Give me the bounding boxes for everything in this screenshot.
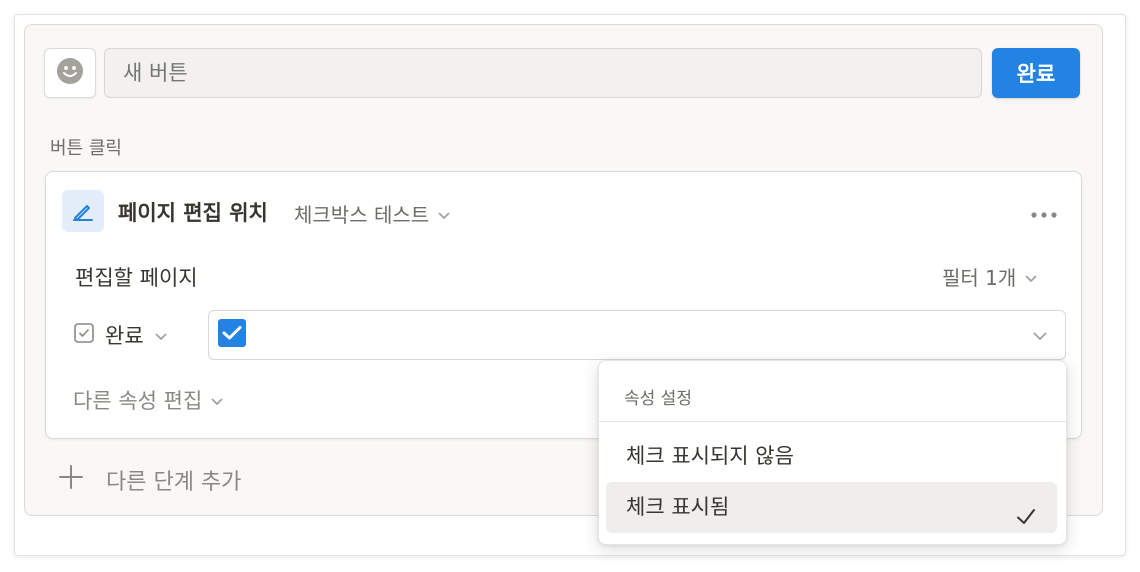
- checkbox-checked-icon: [218, 319, 246, 347]
- done-button[interactable]: 완료: [992, 48, 1080, 98]
- checkmark-icon: [1015, 496, 1037, 547]
- database-name: 체크박스 테스트: [294, 203, 430, 227]
- add-step-label: 다른 단계 추가: [106, 470, 242, 495]
- chevron-down-icon: [437, 202, 451, 226]
- step-title: 페이지 편집 위치: [118, 201, 268, 225]
- ellipsis-icon: [1030, 203, 1058, 222]
- edit-other-property-button[interactable]: 다른 속성 편집: [73, 385, 224, 415]
- dropdown-divider: [599, 421, 1066, 422]
- chevron-down-icon: [210, 388, 224, 412]
- plus-icon: [58, 464, 84, 496]
- filter-button[interactable]: 필터 1개: [942, 262, 1038, 291]
- smiley-face-icon: [56, 57, 84, 89]
- database-select[interactable]: 체크박스 테스트: [294, 199, 451, 228]
- button-name-input[interactable]: [104, 48, 982, 98]
- pencil-edit-icon: [62, 190, 104, 232]
- chevron-down-icon: [1024, 265, 1038, 289]
- property-select[interactable]: 완료: [73, 320, 168, 350]
- checkbox-property-icon: [73, 322, 95, 349]
- dropdown-header: 속성 설정: [624, 389, 692, 409]
- chevron-down-icon: [1032, 326, 1048, 345]
- emoji-picker-button[interactable]: [44, 48, 96, 98]
- edit-other-label: 다른 속성 편집: [73, 389, 203, 413]
- more-options-button[interactable]: [1024, 198, 1064, 226]
- filter-label: 필터 1개: [942, 266, 1017, 290]
- property-name: 완료: [105, 324, 144, 348]
- trigger-section-label: 버튼 클릭: [50, 138, 122, 159]
- property-value-select[interactable]: [208, 310, 1066, 360]
- option-unchecked[interactable]: 체크 표시되지 않음: [606, 431, 1057, 482]
- option-checked[interactable]: 체크 표시됨: [606, 482, 1057, 533]
- chevron-down-icon: [154, 323, 168, 347]
- option-label: 체크 표시됨: [626, 495, 730, 519]
- option-label: 체크 표시되지 않음: [626, 444, 794, 468]
- add-step-button[interactable]: 다른 단계 추가: [58, 464, 241, 496]
- pages-to-edit-label: 편집할 페이지: [75, 266, 198, 290]
